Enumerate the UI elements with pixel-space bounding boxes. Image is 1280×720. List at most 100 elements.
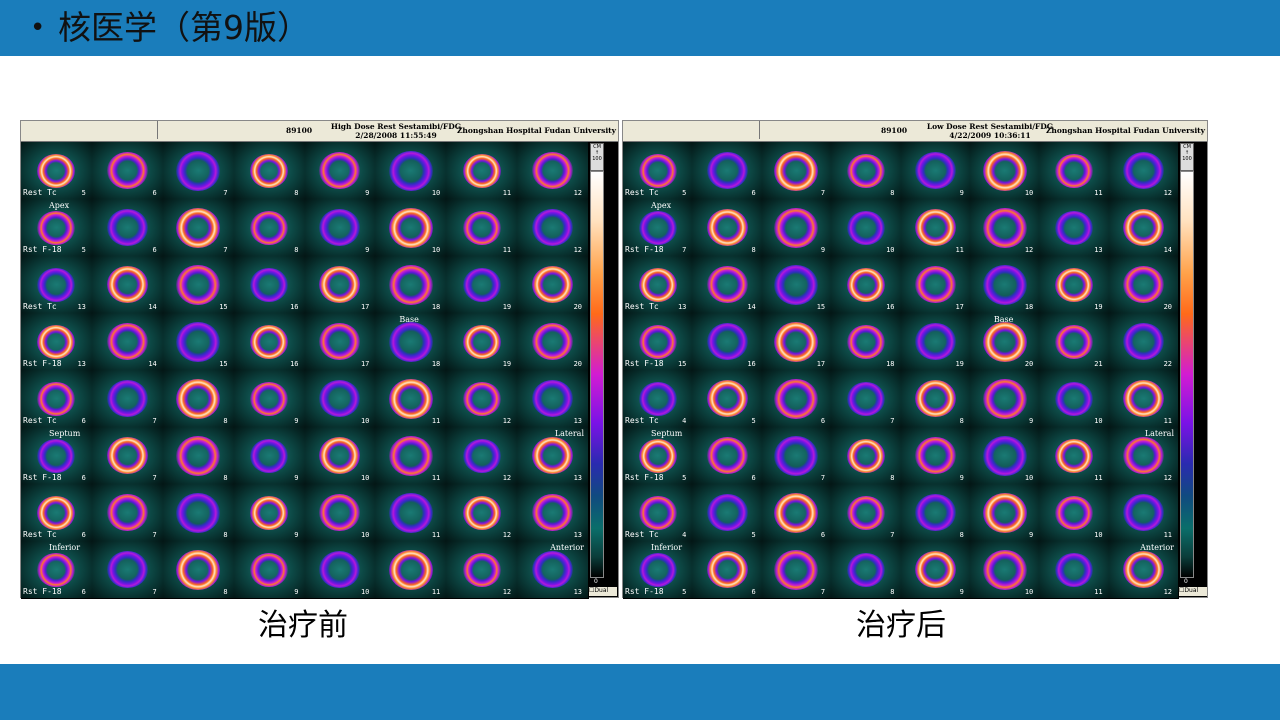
slice-image[interactable]: 7 [831, 484, 902, 542]
slice-image[interactable]: 14 [1108, 199, 1179, 257]
slice-image[interactable]: 14 [91, 313, 164, 371]
slice-image[interactable]: 6 [692, 427, 763, 485]
slice-image[interactable]: 7 [761, 541, 833, 599]
slice-image[interactable]: 9 [233, 427, 306, 485]
slice-image[interactable]: 12 [969, 199, 1041, 257]
slice-image[interactable]: 20 [517, 256, 589, 314]
slice-image[interactable]: 10 [304, 370, 377, 428]
slice-image[interactable]: 8 [162, 370, 235, 428]
slice-image[interactable]: 8 [831, 142, 902, 200]
slice-image[interactable]: 6 [91, 142, 164, 200]
slice-image[interactable]: 11 [900, 199, 971, 257]
slice-image[interactable]: 9 [900, 427, 971, 485]
slice-image[interactable]: 9 [900, 142, 971, 200]
slice-image[interactable]: 18 [831, 313, 902, 371]
slice-image[interactable]: 17 [761, 313, 833, 371]
slice-image[interactable]: 9 [761, 199, 833, 257]
slice-image[interactable]: 11 [375, 427, 448, 485]
slice-image[interactable]: 19 [900, 313, 971, 371]
slice-image[interactable]: 15 [761, 256, 833, 314]
slice-image[interactable]: 8 [162, 541, 235, 599]
slice-image[interactable]: 7 [761, 427, 833, 485]
slice-image[interactable]: 9 [233, 541, 306, 599]
slice-image[interactable]: 10 [375, 199, 448, 257]
slice-image[interactable]: 10 [969, 427, 1041, 485]
slice-image[interactable]: 17 [304, 313, 377, 371]
slice-image[interactable]: 8 [900, 484, 971, 542]
slice-image[interactable]: 9 [969, 370, 1041, 428]
slice-image[interactable]: 16 [233, 256, 306, 314]
dual-checkbox[interactable]: ☐Dual [589, 587, 617, 596]
slice-image[interactable]: 7 [162, 199, 235, 257]
slice-image[interactable]: 13 [517, 370, 589, 428]
slice-image[interactable]: 12 [446, 427, 519, 485]
slice-image[interactable]: 8 [831, 427, 902, 485]
slice-image[interactable]: 12 [1108, 142, 1179, 200]
slice-image[interactable]: 5 [692, 484, 763, 542]
slice-image[interactable]: 11 [375, 484, 448, 542]
slice-image[interactable]: 13 [517, 484, 589, 542]
slice-image[interactable]: 9 [233, 484, 306, 542]
slice-image[interactable]: 8 [900, 370, 971, 428]
slice-image[interactable]: 6 [692, 142, 763, 200]
slice-image[interactable]: 13 [1039, 199, 1110, 257]
slice-image[interactable]: 8 [233, 199, 306, 257]
slice-image[interactable]: 16 [692, 313, 763, 371]
slice-image[interactable]: 8 [233, 142, 306, 200]
slice-image[interactable]: 16 [831, 256, 902, 314]
slice-image[interactable]: 11 [375, 541, 448, 599]
slice-image[interactable]: 20 [517, 313, 589, 371]
slice-image[interactable]: 10 [969, 541, 1041, 599]
slice-image[interactable]: 11 [1108, 484, 1179, 542]
slice-image[interactable]: 21 [1039, 313, 1110, 371]
slice-image[interactable]: 10 [375, 142, 448, 200]
slice-image[interactable]: 6 [91, 199, 164, 257]
slice-image[interactable]: 9 [900, 541, 971, 599]
slice-image[interactable]: 12 [446, 484, 519, 542]
slice-image[interactable]: 17 [900, 256, 971, 314]
slice-image[interactable]: 11 [446, 199, 519, 257]
slice-image[interactable]: 18 [969, 256, 1041, 314]
slice-image[interactable]: 22 [1108, 313, 1179, 371]
slice-image[interactable]: 10 [969, 142, 1041, 200]
slice-image[interactable]: 11 [1039, 541, 1110, 599]
slice-image[interactable]: 7 [162, 142, 235, 200]
slice-image[interactable]: 11 [1039, 142, 1110, 200]
slice-image[interactable]: 10 [304, 484, 377, 542]
slice-image[interactable]: 10 [1039, 484, 1110, 542]
slice-image[interactable]: 7 [91, 484, 164, 542]
slice-image[interactable]: 12 [517, 142, 589, 200]
slice-image[interactable]: 8 [831, 541, 902, 599]
slice-image[interactable]: 7 [761, 142, 833, 200]
slice-image[interactable]: 7 [91, 370, 164, 428]
slice-image[interactable]: 6 [761, 484, 833, 542]
slice-image[interactable]: 8 [162, 427, 235, 485]
slice-image[interactable]: 12 [446, 370, 519, 428]
dual-checkbox[interactable]: ☐Dual [1179, 587, 1207, 596]
slice-image[interactable]: 8 [692, 199, 763, 257]
slice-image[interactable]: 9 [304, 142, 377, 200]
slice-image[interactable]: 14 [692, 256, 763, 314]
slice-image[interactable]: 9 [969, 484, 1041, 542]
slice-image[interactable]: 10 [304, 427, 377, 485]
slice-image[interactable]: 10 [831, 199, 902, 257]
slice-image[interactable]: 11 [375, 370, 448, 428]
slice-image[interactable]: 14 [91, 256, 164, 314]
slice-image[interactable]: 19 [446, 313, 519, 371]
slice-image[interactable]: 7 [831, 370, 902, 428]
slice-image[interactable]: 20 [1108, 256, 1179, 314]
slice-image[interactable]: 7 [91, 541, 164, 599]
slice-image[interactable]: 11 [446, 142, 519, 200]
slice-image[interactable]: 9 [304, 199, 377, 257]
slice-image[interactable]: 7 [91, 427, 164, 485]
slice-image[interactable]: 15 [162, 313, 235, 371]
slice-image[interactable]: 6 [761, 370, 833, 428]
slice-image[interactable]: 17 [304, 256, 377, 314]
slice-image[interactable]: 8 [162, 484, 235, 542]
slice-image[interactable]: 5 [692, 370, 763, 428]
slice-image[interactable]: 11 [1108, 370, 1179, 428]
slice-image[interactable]: 11 [1039, 427, 1110, 485]
slice-image[interactable]: 18 [375, 256, 448, 314]
slice-image[interactable]: 10 [304, 541, 377, 599]
slice-image[interactable]: 19 [446, 256, 519, 314]
